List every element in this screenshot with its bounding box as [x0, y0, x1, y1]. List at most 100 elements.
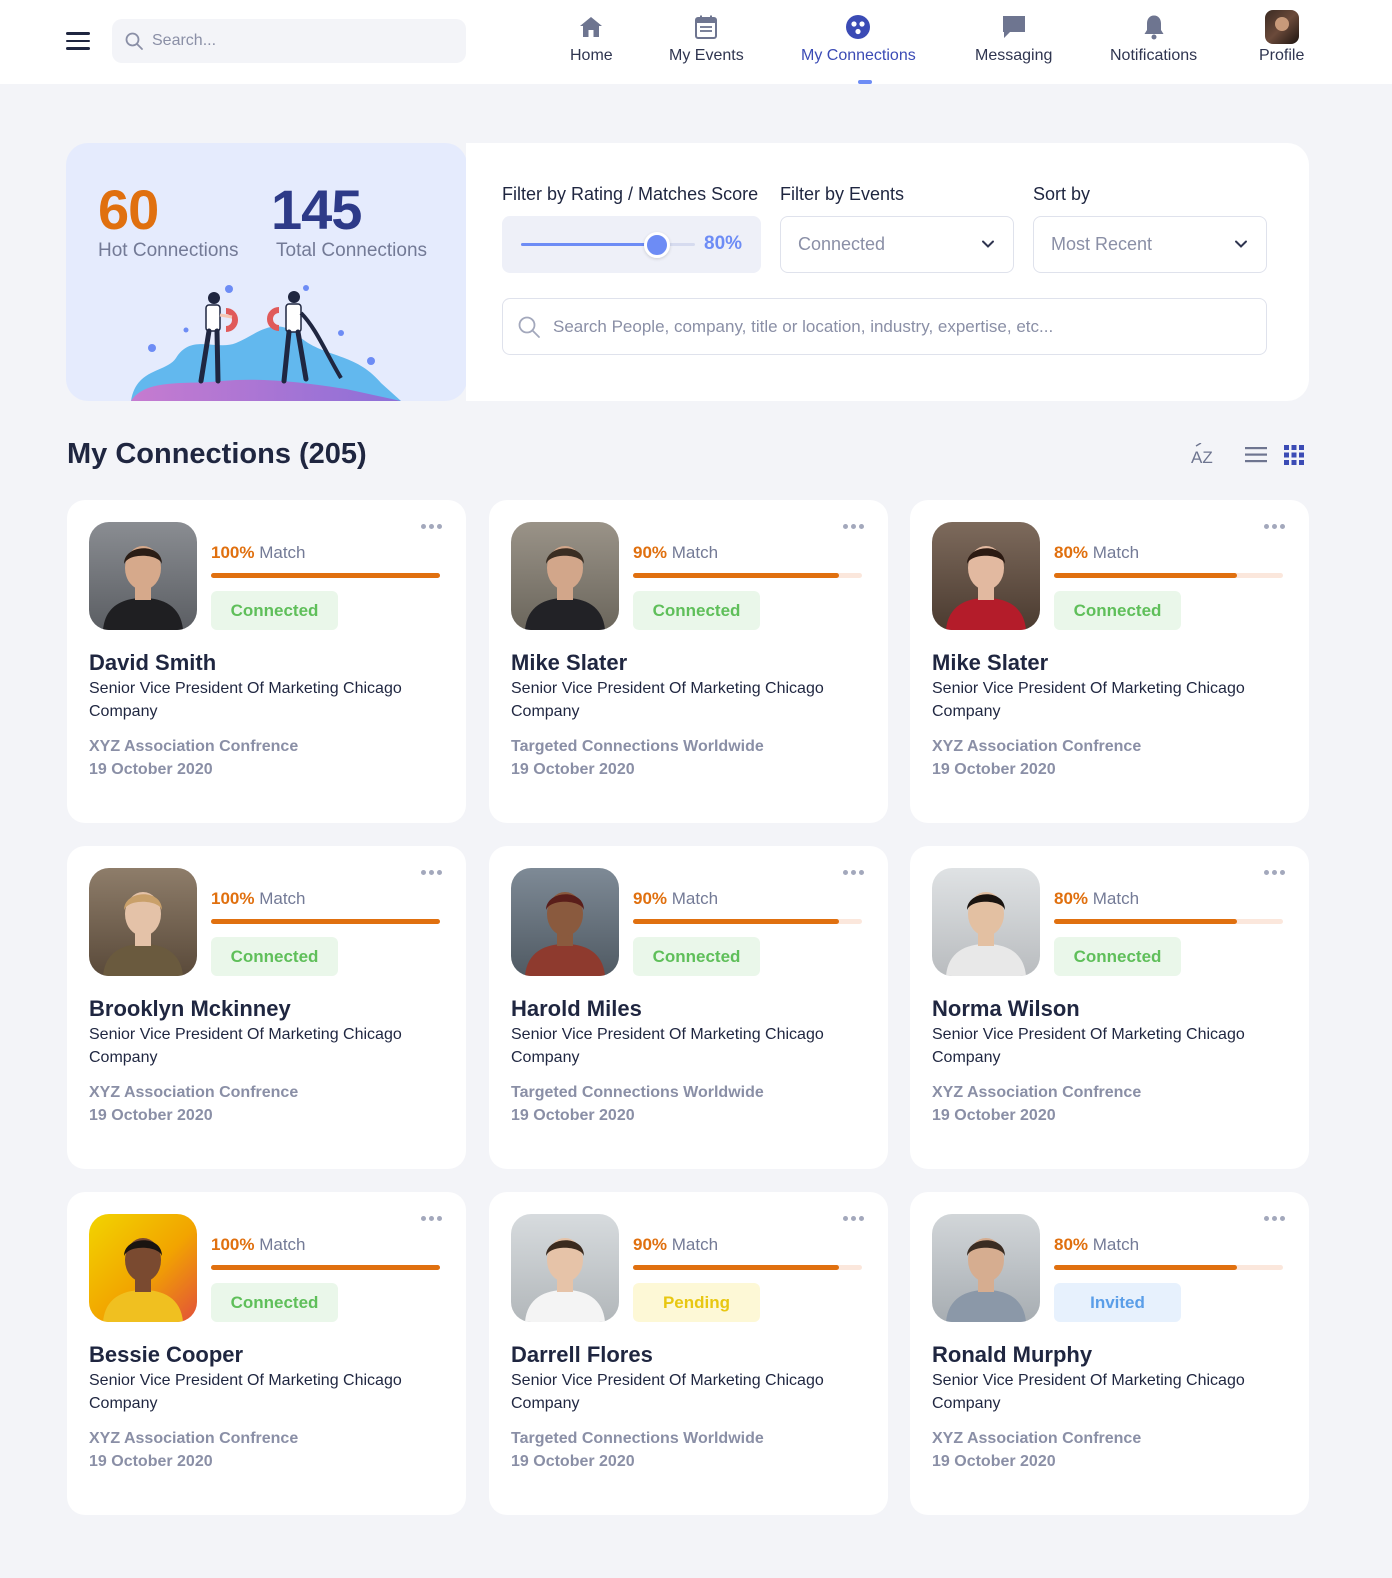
connection-card[interactable]: 100% Match Connected David Smith Senior … [67, 500, 466, 823]
more-options-icon[interactable] [1261, 524, 1285, 529]
slider-handle[interactable] [644, 232, 670, 258]
contact-name[interactable]: Darrell Flores [511, 1342, 653, 1368]
more-options-icon[interactable] [840, 870, 864, 875]
people-search-input[interactable] [553, 316, 1253, 337]
profile-photo[interactable] [932, 1214, 1040, 1322]
match-word: Match [1092, 889, 1140, 908]
match-word: Match [259, 889, 306, 908]
event-name[interactable]: Targeted Connections Worldwide [511, 738, 764, 756]
more-options-icon[interactable] [1261, 1216, 1285, 1221]
contact-name[interactable]: Norma Wilson [932, 996, 1080, 1022]
profile-photo[interactable] [932, 868, 1040, 976]
connection-card[interactable]: 80% Match Connected Norma Wilson Senior … [910, 846, 1309, 1169]
nav-my-events[interactable]: My Events [669, 12, 744, 65]
event-name[interactable]: Targeted Connections Worldwide [511, 1430, 764, 1448]
more-options-icon[interactable] [1261, 870, 1285, 875]
hot-connections-label: Hot Connections [98, 240, 239, 261]
more-options-icon[interactable] [840, 524, 864, 529]
contact-name[interactable]: David Smith [89, 650, 216, 676]
status-badge[interactable]: Invited [1054, 1283, 1181, 1322]
list-view-icon [1245, 447, 1267, 463]
match-word: Match [671, 889, 719, 908]
profile-photo[interactable] [932, 522, 1040, 630]
connection-card[interactable]: 100% Match Connected Bessie Cooper Senio… [67, 1192, 466, 1515]
event-name[interactable]: XYZ Association Confrence [89, 1084, 298, 1102]
event-name[interactable]: XYZ Association Confrence [932, 1430, 1141, 1448]
events-filter-select[interactable]: Connected [780, 216, 1014, 273]
match-word: Match [1092, 543, 1140, 562]
contact-name[interactable]: Mike Slater [511, 650, 627, 676]
contact-title: Senior Vice President Of Marketing Chica… [932, 1372, 1245, 1412]
grid-view-icon [1284, 445, 1304, 465]
total-connections-label: Total Connections [276, 240, 428, 261]
nav-messaging[interactable]: Messaging [975, 12, 1052, 65]
match-percent: 100% [211, 1235, 255, 1254]
connection-card[interactable]: 90% Match Connected Mike Slater Senior V… [489, 500, 888, 823]
nav-home[interactable]: Home [570, 12, 613, 65]
status-badge[interactable]: Pending [633, 1283, 760, 1322]
more-options-icon[interactable] [418, 524, 442, 529]
event-name[interactable]: XYZ Association Confrence [89, 1430, 298, 1448]
global-search[interactable] [112, 19, 466, 63]
connection-card[interactable]: 100% Match Connected Brooklyn Mckinney S… [67, 846, 466, 1169]
contact-title: Senior Vice President Of Marketing Chica… [89, 680, 402, 720]
contact-name[interactable]: Mike Slater [932, 650, 1048, 676]
more-options-icon[interactable] [418, 1216, 442, 1221]
more-options-icon[interactable] [840, 1216, 864, 1221]
match-score: 100% Match [211, 889, 306, 909]
bell-icon [1144, 15, 1164, 40]
status-badge[interactable]: Connected [633, 591, 760, 630]
status-badge[interactable]: Connected [211, 591, 338, 630]
status-badge[interactable]: Connected [211, 1283, 338, 1322]
connection-card[interactable]: 80% Match Connected Mike Slater Senior V… [910, 500, 1309, 823]
match-progress-bar [1054, 1265, 1283, 1270]
nav-messaging-label: Messaging [975, 47, 1053, 64]
list-view-button[interactable] [1245, 446, 1267, 469]
contact-name[interactable]: Brooklyn Mckinney [89, 996, 291, 1022]
event-date: 19 October 2020 [89, 761, 213, 778]
people-search[interactable] [502, 298, 1267, 355]
sort-select[interactable]: Most Recent [1033, 216, 1267, 273]
status-badge[interactable]: Connected [211, 937, 338, 976]
nav-profile[interactable]: Profile [1259, 10, 1304, 65]
profile-photo[interactable] [89, 868, 197, 976]
match-progress-bar [633, 919, 862, 924]
match-percent: 80% [1054, 1235, 1089, 1254]
event-name[interactable]: XYZ Association Confrence [89, 738, 298, 756]
connection-card[interactable]: 90% Match Pending Darrell Flores Senior … [489, 1192, 888, 1515]
profile-photo[interactable] [89, 1214, 197, 1322]
grid-view-button[interactable] [1284, 445, 1304, 470]
event-name[interactable]: Targeted Connections Worldwide [511, 1084, 764, 1102]
sort-value: Most Recent [1051, 234, 1153, 254]
top-navigation-bar: Home My Events My Connections Messaging … [0, 0, 1392, 84]
nav-my-connections[interactable]: My Connections [801, 12, 916, 65]
rating-slider[interactable]: 80% [502, 216, 761, 273]
match-score: 80% Match [1054, 889, 1139, 909]
nav-notifications[interactable]: Notifications [1110, 12, 1197, 65]
more-options-icon[interactable] [418, 870, 442, 875]
connection-card[interactable]: 80% Match Invited Ronald Murphy Senior V… [910, 1192, 1309, 1515]
event-name[interactable]: XYZ Association Confrence [932, 738, 1141, 756]
status-badge[interactable]: Connected [1054, 937, 1181, 976]
connection-card[interactable]: 90% Match Connected Harold Miles Senior … [489, 846, 888, 1169]
profile-photo[interactable] [511, 522, 619, 630]
match-percent: 100% [211, 889, 255, 908]
event-date: 19 October 2020 [511, 1107, 635, 1124]
contact-name[interactable]: Ronald Murphy [932, 1342, 1092, 1368]
contact-name[interactable]: Harold Miles [511, 996, 642, 1022]
profile-photo[interactable] [89, 522, 197, 630]
menu-icon[interactable] [66, 32, 90, 50]
status-badge[interactable]: Connected [633, 937, 760, 976]
event-date: 19 October 2020 [89, 1107, 213, 1124]
person-photo-icon [103, 1238, 183, 1322]
match-score: 90% Match [633, 889, 718, 909]
search-input[interactable] [152, 32, 452, 50]
contact-name[interactable]: Bessie Cooper [89, 1342, 243, 1368]
status-badge[interactable]: Connected [1054, 591, 1181, 630]
match-progress-fill [211, 919, 440, 924]
nav-my-events-label: My Events [669, 47, 744, 64]
event-name[interactable]: XYZ Association Confrence [932, 1084, 1141, 1102]
sort-az-button[interactable]: AZ [1191, 442, 1217, 472]
profile-photo[interactable] [511, 868, 619, 976]
profile-photo[interactable] [511, 1214, 619, 1322]
